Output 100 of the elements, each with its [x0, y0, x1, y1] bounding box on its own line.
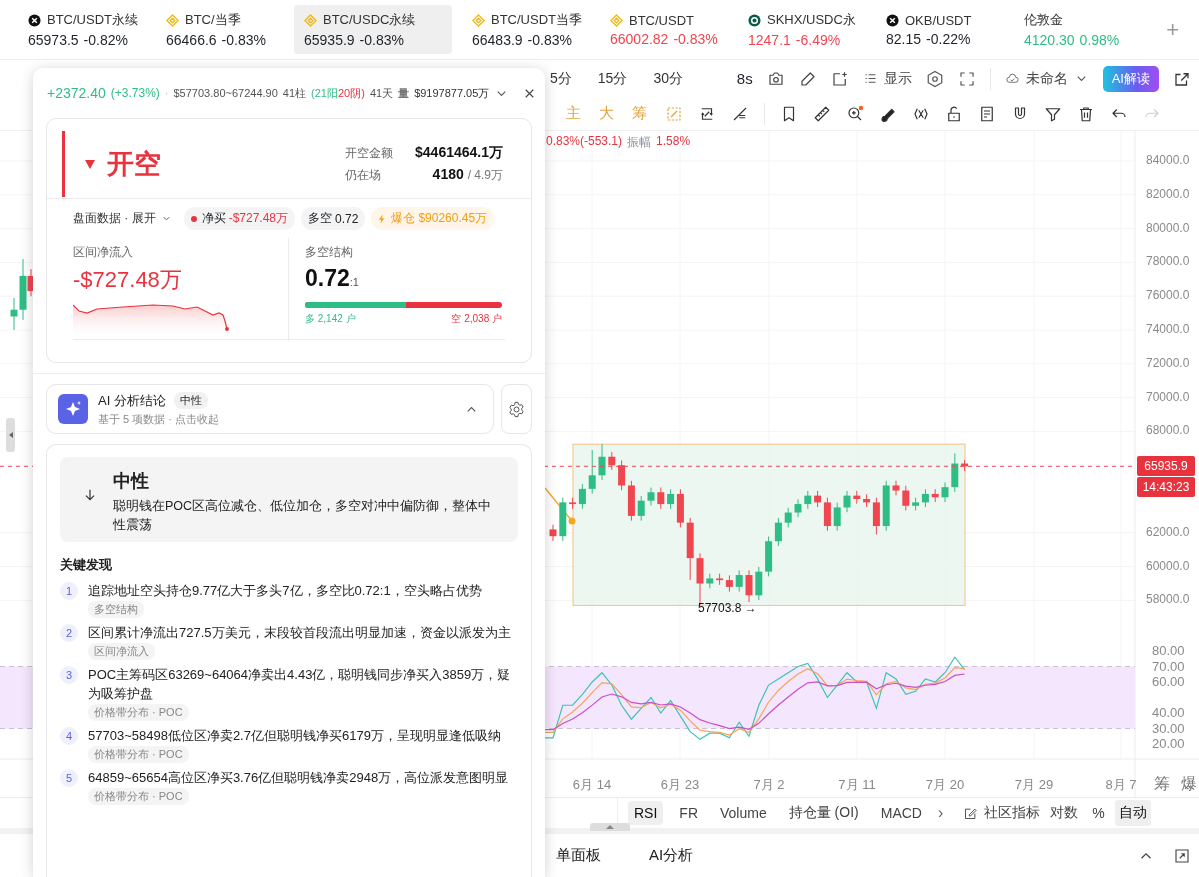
price-axis-label: 74000.0: [1146, 322, 1190, 336]
more-indicators-button[interactable]: ›: [937, 804, 944, 822]
triangle-icon: [84, 158, 96, 170]
price-axis-label: 84000.0: [1146, 153, 1190, 167]
interval-tab[interactable]: 5分: [550, 69, 572, 88]
candlestick: [657, 487, 665, 510]
candlestick: [706, 573, 714, 589]
indicator-tab[interactable]: RSI: [628, 801, 664, 825]
x-circle-icon: [28, 13, 41, 27]
scale-mode-button[interactable]: %: [1088, 801, 1109, 825]
ai-interpret-button[interactable]: AI解读: [1102, 65, 1159, 92]
date-label: 6月 23: [659, 776, 701, 794]
ticker-tab[interactable]: 伦敦金 4120.30 0.98%: [1014, 5, 1152, 54]
collapse-handle[interactable]: [6, 418, 15, 452]
x-circle-icon: [886, 13, 899, 27]
candlestick: [843, 490, 851, 513]
ticker-tab[interactable]: SKHX/USDC永 1247.1 -6.49%: [738, 5, 876, 54]
price-axis-label: 70000.0: [1146, 389, 1190, 404]
finding-number: 3: [60, 666, 78, 684]
amplitude-value: 1.58%: [656, 134, 691, 150]
interval-tab[interactable]: 15分: [597, 69, 628, 88]
zoom-in-icon[interactable]: [846, 104, 864, 123]
axis-mode-button[interactable]: 筹: [1154, 774, 1170, 795]
short-count: 空 2,038 户: [451, 312, 502, 326]
display-button[interactable]: 显示: [862, 69, 912, 88]
panel-handle[interactable]: [590, 823, 630, 831]
interval-tab[interactable]: 30分: [653, 69, 683, 88]
finding-text: 64859~65654高位区净买3.76亿但聪明钱净卖2948万，高位派发意图明显: [88, 769, 509, 787]
indicator-tab[interactable]: Volume: [714, 801, 773, 825]
stat-value: $4461464.1万: [415, 144, 503, 162]
new-window-icon[interactable]: [830, 69, 849, 88]
diamond-icon: [472, 13, 485, 27]
layout-dropdown[interactable]: 未命名: [1004, 69, 1089, 88]
candlestick: [804, 490, 812, 510]
stat-chip: 爆仓 $90260.45万: [371, 207, 495, 230]
camera-icon[interactable]: [766, 69, 785, 88]
panel-tab[interactable]: AI分析: [649, 846, 694, 865]
price-change: 0.83%(-553.1): [546, 134, 623, 150]
summary-text: 聪明钱在POC区高位减仓、低位加仓，多空对冲中偏防御，整体中性震荡: [113, 498, 493, 534]
refresh-interval[interactable]: 8s: [736, 70, 753, 87]
price-axis-label: 78000.0: [1146, 254, 1190, 269]
down-count: 20阴): [337, 85, 365, 101]
candlestick: [961, 459, 969, 472]
trash-icon[interactable]: [1077, 104, 1095, 123]
rsi-axis-label: 80.00: [1152, 643, 1185, 658]
stat-label: 仍在场: [345, 167, 383, 184]
ticker-tab[interactable]: BTC/USDT永续 65973.5 -0.82%: [18, 5, 156, 54]
scale-mode-button[interactable]: 自动: [1114, 800, 1151, 826]
indicator-tab[interactable]: FR: [673, 801, 704, 825]
long-short-label: 多空结构: [305, 244, 354, 261]
ticker-tab[interactable]: BTC/USDT当季 66483.9 -0.83%: [462, 5, 600, 54]
finding-number: 2: [60, 624, 78, 642]
sparkle-icon: [58, 394, 88, 424]
pen-icon[interactable]: [798, 69, 817, 88]
ticker-tab[interactable]: BTC/USDC永续 65935.9 -0.83%: [294, 5, 452, 54]
ring-icon: [748, 13, 761, 27]
ticker-tab[interactable]: BTC/当季 66466.6 -0.83%: [156, 5, 294, 54]
expand-icon[interactable]: [1173, 846, 1191, 865]
volume-value: $9197877.05万: [414, 85, 490, 101]
candlestick: [637, 495, 645, 522]
stat-chip: 净买 -$727.48万: [183, 207, 296, 230]
candlestick: [549, 524, 557, 542]
signal-title: 开空: [107, 148, 161, 181]
settings-button[interactable]: [501, 384, 532, 434]
axis-mode-button[interactable]: 爆: [1181, 774, 1197, 795]
indicator-tab[interactable]: 持仓量 (OI): [782, 800, 865, 826]
long-short-ratio: 0.72: [305, 265, 350, 291]
scale-mode-button[interactable]: 对数: [1046, 800, 1083, 826]
stat-chip: 多空 0.72: [301, 207, 366, 230]
ruler-icon[interactable]: [813, 104, 831, 123]
note-icon[interactable]: [978, 104, 996, 123]
panel-tab[interactable]: 单面板: [556, 846, 601, 865]
ai-summary-toggle[interactable]: AI 分析结论 中性 基于 5 项数据 · 点击收起: [46, 384, 494, 434]
fullscreen-icon[interactable]: [957, 69, 976, 88]
countdown-tag: 14:43:23: [1137, 477, 1195, 498]
price-axis-label: 68000.0: [1146, 423, 1190, 438]
price-axis-label: 62000.0: [1146, 524, 1190, 539]
lightning-icon: [378, 213, 387, 224]
ticker-tab[interactable]: BTC/USDT 66002.82 -0.83%: [600, 6, 738, 53]
date-label: 6月 14: [571, 776, 613, 794]
range-change: +2372.40: [47, 85, 106, 101]
finding-text: 追踪地址空头持仓9.77亿大于多头7亿，多空比0.72:1，空头略占优势: [88, 582, 482, 600]
settings-icon[interactable]: [925, 69, 944, 88]
netflow-label: 区间净流入: [73, 244, 134, 261]
date-label: 7月 29: [1013, 776, 1055, 794]
candlestick: [931, 488, 939, 503]
unlock-icon[interactable]: [945, 104, 963, 123]
expand-toggle[interactable]: 盘面数据 · 展开: [73, 210, 172, 227]
indicator-tab[interactable]: MACD: [874, 801, 928, 825]
candlestick: [882, 480, 890, 532]
price-axis-label: 80000.0: [1146, 220, 1190, 235]
date-label: 7月 20: [924, 776, 966, 794]
separator-dot: ·: [164, 87, 169, 99]
finding-number: 1: [60, 582, 78, 600]
community-indicators-button[interactable]: 社区指标: [963, 804, 1041, 822]
diamond-icon: [166, 13, 179, 27]
candlestick: [686, 517, 694, 581]
finding-number: 4: [60, 727, 78, 745]
edit-icon: [963, 805, 979, 821]
ticker-tab[interactable]: OKB/USDT 82.15 -0.22%: [876, 6, 1014, 53]
